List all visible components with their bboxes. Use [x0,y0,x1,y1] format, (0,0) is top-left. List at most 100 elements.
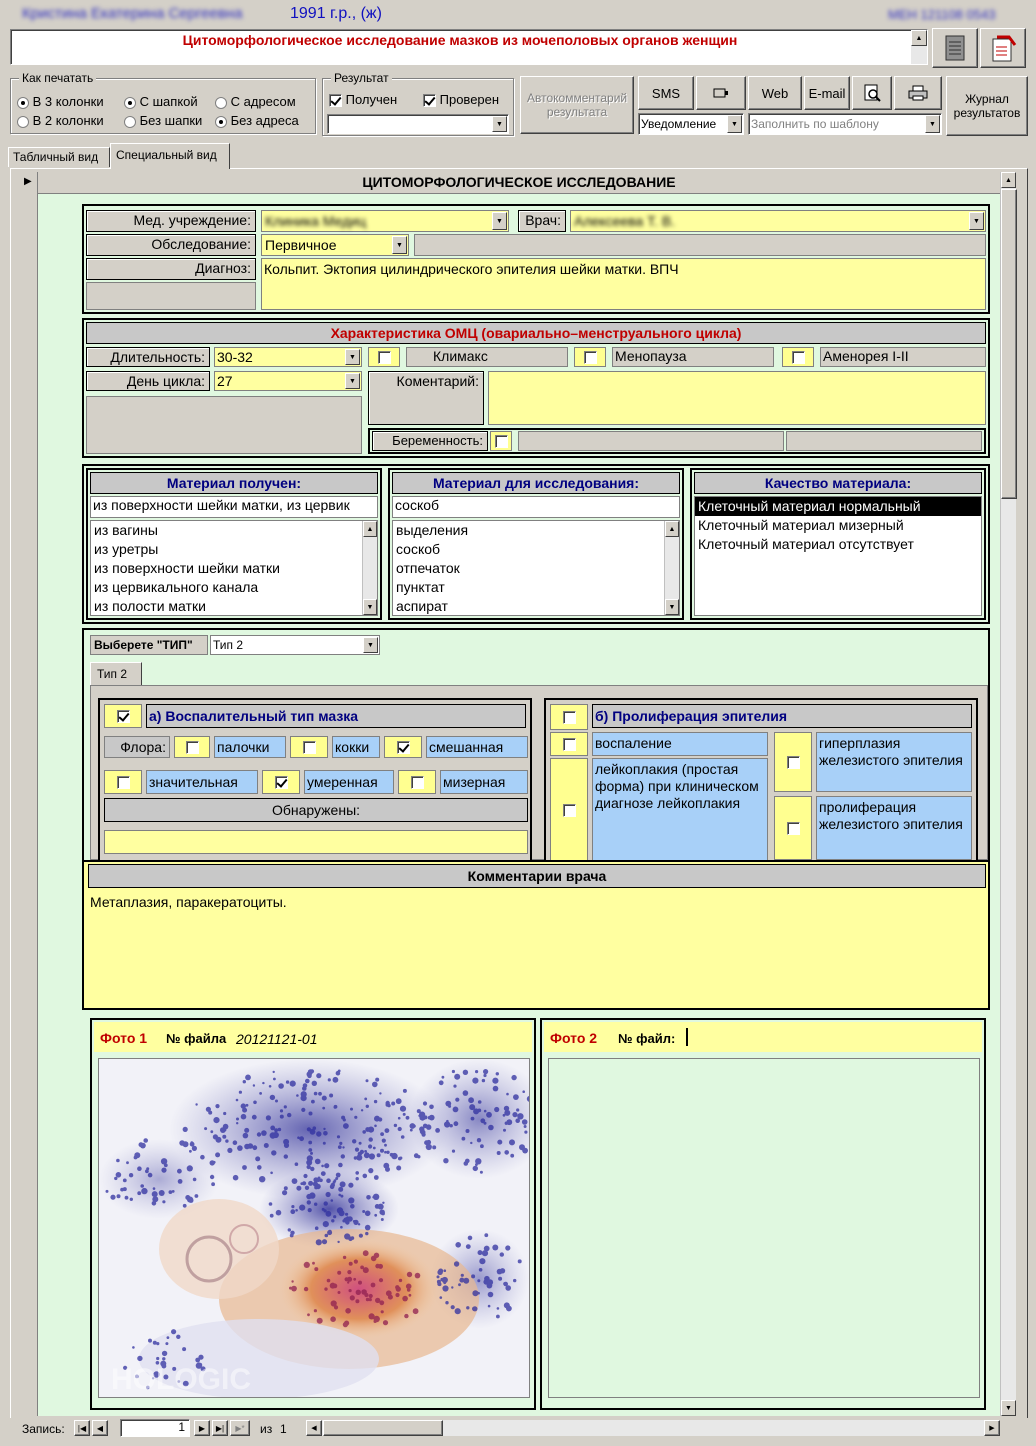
list-item-selected[interactable]: Клеточный материал нормальный [695,497,981,516]
chevron-down-icon[interactable]: ▼ [363,637,378,653]
vertical-scrollbar[interactable]: ▲ ▼ [1000,172,1017,1416]
web-button[interactable]: Web [748,76,802,110]
notify-select[interactable]: Уведомление ▼ [638,113,744,135]
pregnancy-field-1[interactable] [518,431,784,451]
list-item[interactable]: из полости матки [94,597,377,615]
print-button[interactable] [894,76,942,110]
new-record-button[interactable]: ▶* [230,1420,250,1436]
tab-special-view[interactable]: Специальный вид [110,143,230,169]
quality-list[interactable]: Клеточный материал нормальный Клеточный … [694,496,982,616]
med-select[interactable]: Клиника Медиц ▼ [261,210,509,232]
list-item[interactable]: из уретры [94,540,377,559]
menopause-checkbox[interactable] [574,347,606,367]
scroll-down-button[interactable]: ▼ [665,599,679,615]
preview-button[interactable] [852,76,892,110]
print-3-col-radio[interactable]: В 3 колонки [17,94,104,109]
photo1-image[interactable]: HOLOGIC [98,1058,530,1398]
photo2-file-field[interactable] [686,1028,688,1046]
scroll-thumb[interactable] [323,1420,443,1436]
cocci-checkbox[interactable] [290,736,328,758]
list-item[interactable]: из цервикального канала [94,578,377,597]
notebook-button[interactable] [932,28,978,68]
print-with-address-radio[interactable]: С адресом [215,94,296,109]
meager-checkbox[interactable] [398,770,436,794]
inflam-checkbox[interactable] [104,704,142,728]
duration-select[interactable]: 30-32 ▼ [214,347,362,367]
next-record-button[interactable]: ▶ [194,1420,210,1436]
form-title-field[interactable]: Цитоморфологическое исследование мазков … [10,29,928,65]
hyperplasia-checkbox[interactable] [774,732,812,792]
print-2-col-radio[interactable]: В 2 колонки [17,113,104,128]
horizontal-scrollbar[interactable]: ◀ ▶ [306,1420,1000,1436]
report-button[interactable] [980,28,1026,68]
chevron-down-icon[interactable]: ▼ [345,349,360,365]
moderate-checkbox[interactable] [262,770,300,794]
prolif-checkbox[interactable] [550,704,588,730]
list-item[interactable]: отпечаток [396,559,679,578]
checked-checkbox[interactable]: Проверен [423,92,499,108]
study-field[interactable]: соскоб [392,496,680,518]
last-record-button[interactable]: ▶| [212,1420,228,1436]
day-select[interactable]: 27 ▼ [214,371,362,391]
doctor-select[interactable]: Алексеева Т. В. ▼ [570,210,986,232]
leukoplakia-checkbox[interactable] [550,758,588,862]
chevron-down-icon[interactable]: ▼ [492,116,507,132]
climax-checkbox[interactable] [368,347,400,367]
chevron-down-icon[interactable]: ▼ [345,373,360,389]
list-item[interactable]: из вагины [94,521,377,540]
chevron-down-icon[interactable]: ▼ [492,212,507,230]
pregnancy-checkbox[interactable] [490,431,512,451]
journal-button[interactable]: Журнал результатов [946,76,1028,136]
email-button[interactable]: E-mail [804,76,850,110]
inflammation-checkbox[interactable] [550,732,588,756]
diag-field[interactable]: Кольпит. Эктопия цилиндрического эпители… [261,258,986,310]
list-scrollbar[interactable]: ▲ ▼ [664,521,679,615]
scroll-thumb[interactable] [1001,189,1017,499]
list-item[interactable]: соскоб [396,540,679,559]
list-item[interactable]: Клеточный материал мизерный [695,516,981,535]
autocomment-button[interactable]: Автокомментарий результата [520,76,634,134]
list-scrollbar[interactable]: ▲ ▼ [362,521,377,615]
result-select[interactable]: ▼ [327,114,509,134]
list-item[interactable]: пунктат [396,578,679,597]
list-item[interactable]: аспират [396,597,679,615]
list-item[interactable]: выделения [396,521,679,540]
received-checkbox[interactable]: Получен [329,92,397,108]
tab-type-2[interactable]: Тип 2 [90,662,142,686]
study-list[interactable]: выделения соскоб отпечаток пунктат аспир… [392,520,680,616]
print-with-header-radio[interactable]: С шапкой [124,94,198,109]
scroll-left-button[interactable]: ◀ [306,1420,322,1436]
proliferation-checkbox[interactable] [774,796,812,860]
chevron-down-icon[interactable]: ▼ [392,236,407,254]
comment-field[interactable] [488,371,986,425]
tab-table-view[interactable]: Табличный вид [8,147,110,167]
received-field[interactable]: из поверхности шейки матки, из цервик [90,496,378,518]
phone-button[interactable] [696,76,746,110]
photo1-file-value[interactable]: 20121121-01 [236,1031,317,1047]
exam-extra-field[interactable] [414,234,986,256]
found-field[interactable] [104,830,528,854]
list-item[interactable]: Клеточный материал отсутствует [695,535,981,554]
print-no-header-radio[interactable]: Без шапки [124,113,202,128]
first-record-button[interactable]: |◀ [74,1420,90,1436]
received-list[interactable]: из вагины из уретры из поверхности шейки… [90,520,378,616]
fill-template-select[interactable]: Заполнить по шаблону ▼ [748,113,942,135]
scroll-up-button[interactable]: ▲ [363,521,377,537]
record-number-field[interactable]: 1 [120,1419,190,1437]
list-item[interactable]: из поверхности шейки матки [94,559,377,578]
type-select[interactable]: Тип 2 ▼ [210,635,380,655]
scroll-down-button[interactable]: ▼ [363,599,377,615]
print-no-address-radio[interactable]: Без адреса [215,113,299,128]
scroll-right-button[interactable]: ▶ [984,1420,1000,1436]
scroll-up-button[interactable]: ▲ [665,521,679,537]
chevron-down-icon[interactable]: ▼ [969,212,984,230]
chevron-down-icon[interactable]: ▼ [727,115,742,133]
scroll-down-button[interactable]: ▼ [1001,1400,1016,1416]
comments-field[interactable]: Метаплазия, паракератоциты. [88,894,986,1006]
significant-checkbox[interactable] [104,770,142,794]
pregnancy-field-2[interactable] [786,431,982,451]
record-selector[interactable]: ▶ [16,172,38,1416]
sticks-checkbox[interactable] [174,736,210,758]
scroll-up-button[interactable]: ▲ [1001,172,1016,188]
photo2-image[interactable] [548,1058,980,1398]
